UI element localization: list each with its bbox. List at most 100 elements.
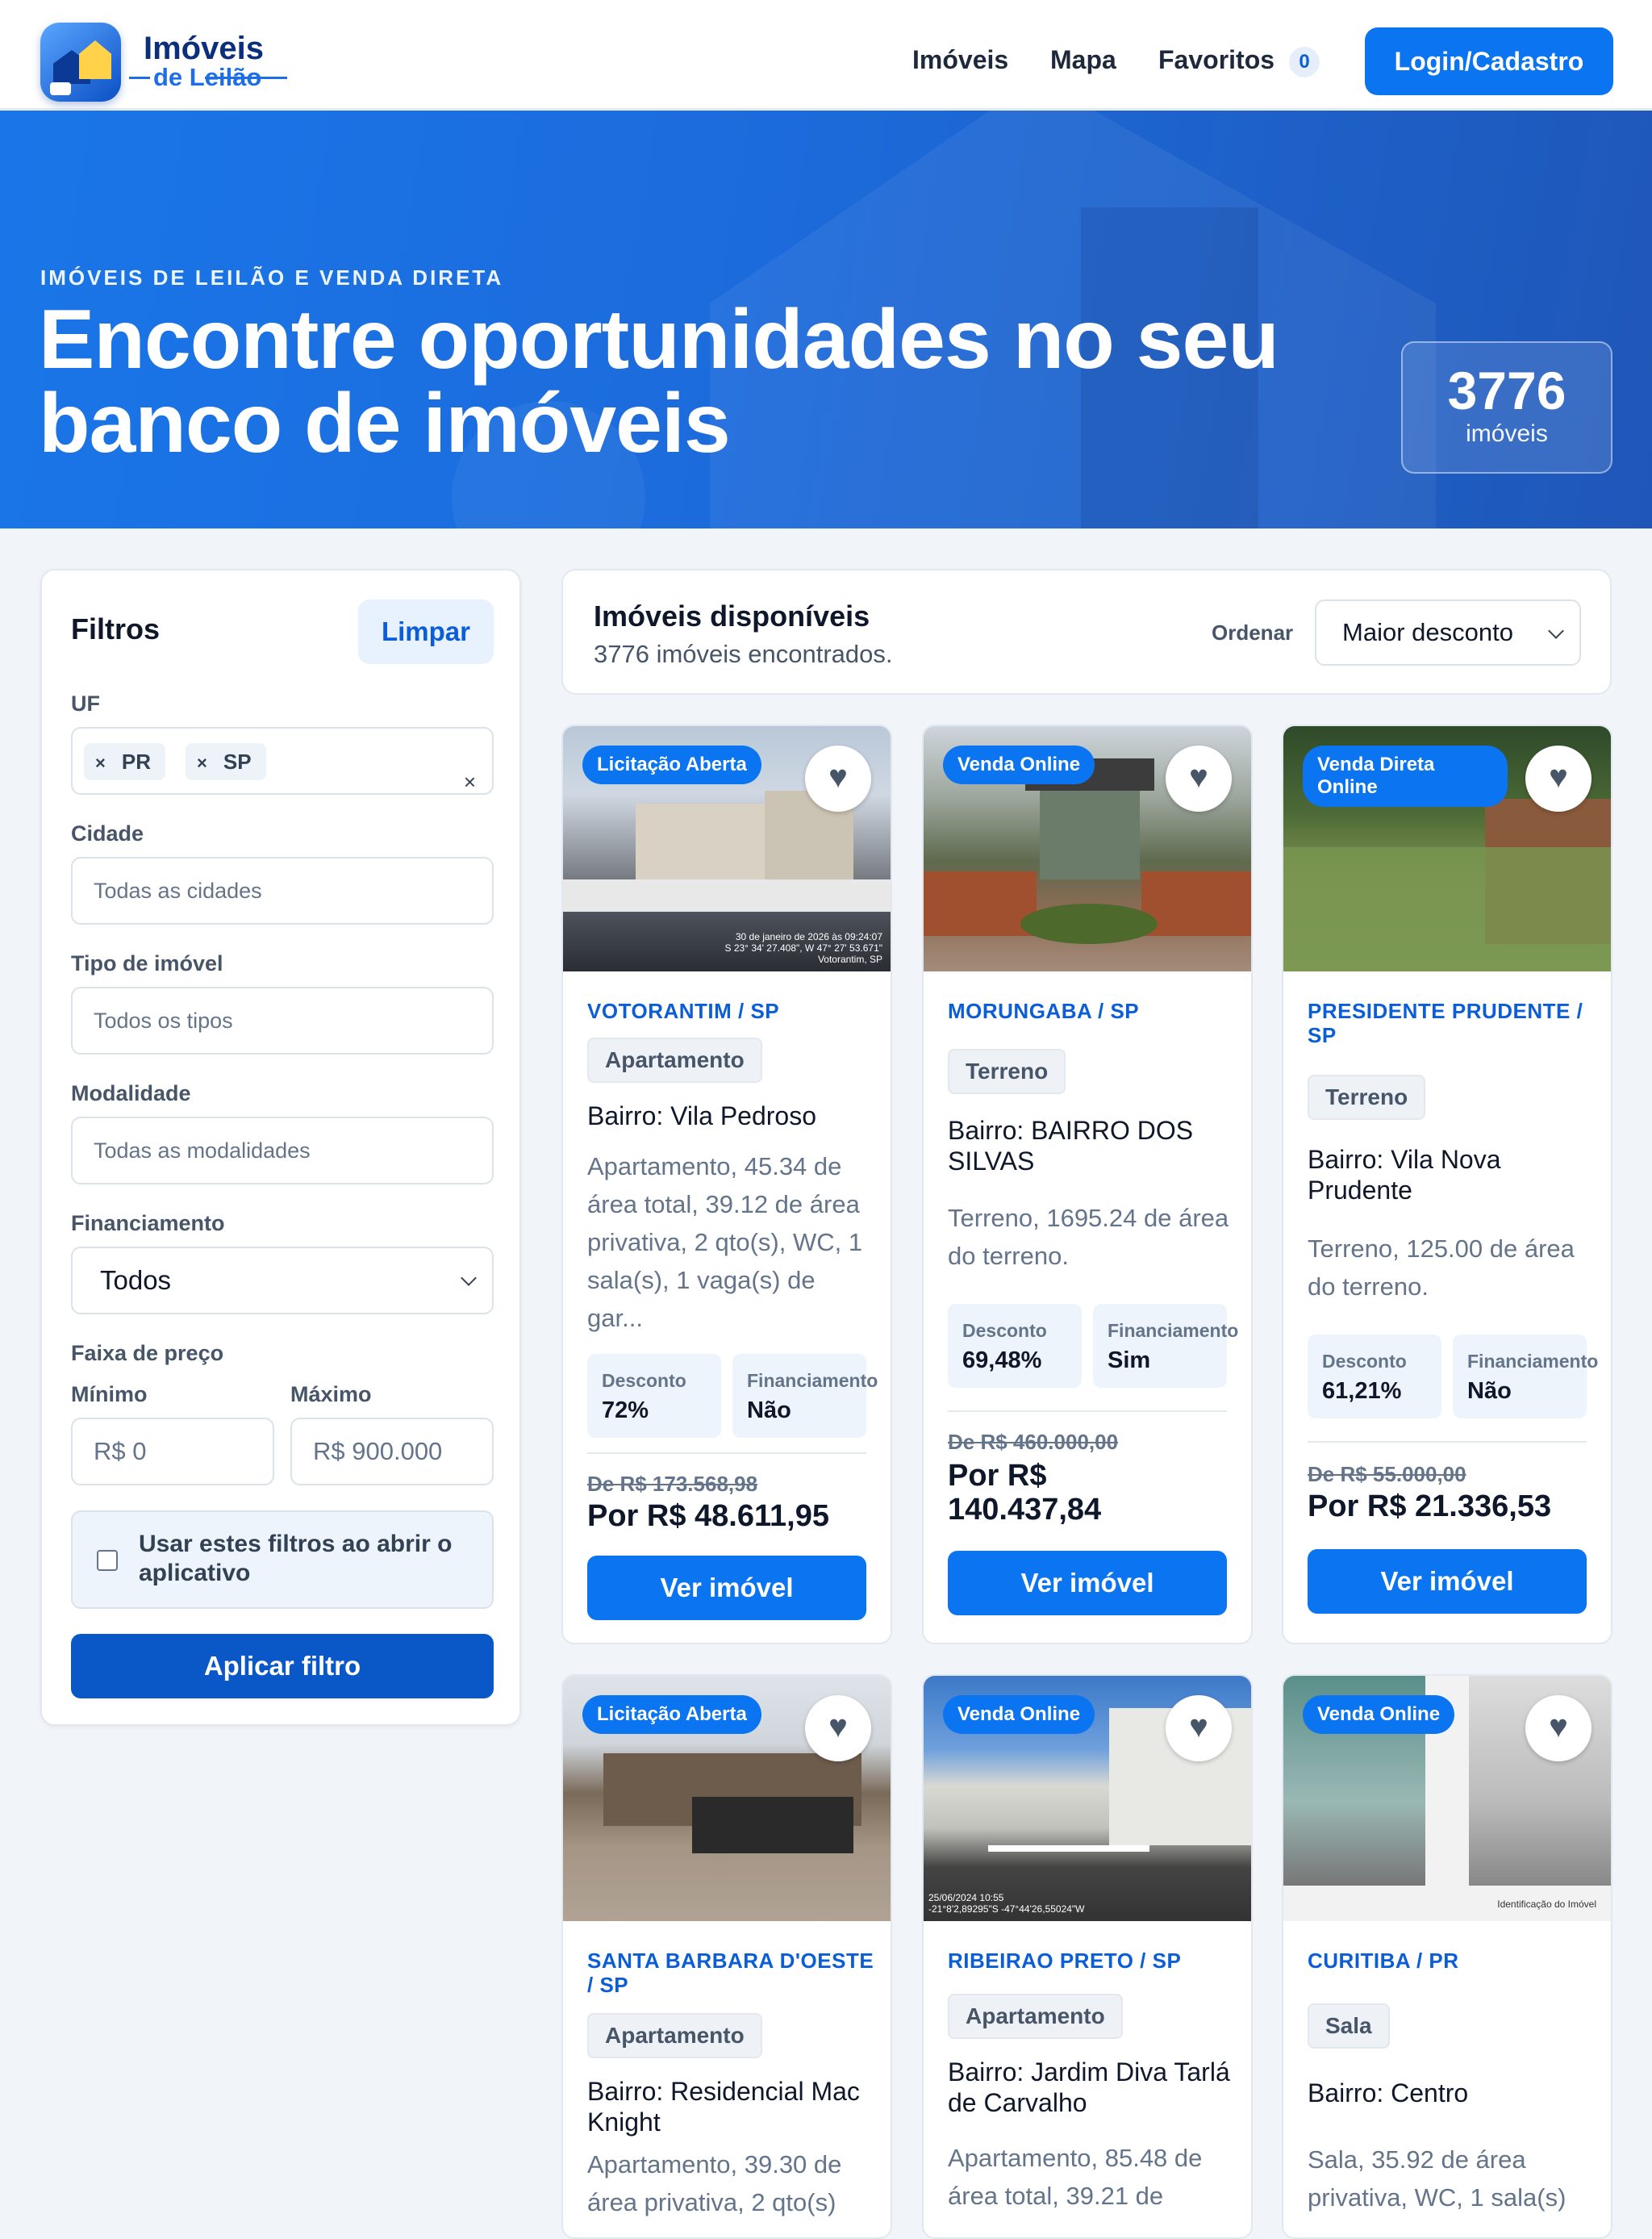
financing-label: Financiamento (1467, 1351, 1599, 1372)
modality-badge: Venda Direta Online (1303, 746, 1508, 807)
favorite-heart-icon[interactable] (805, 746, 871, 812)
discount-label: Desconto (962, 1320, 1047, 1341)
view-property-button[interactable]: Ver imóvel (1308, 1549, 1587, 1614)
uf-chip-sp[interactable]: × SP (186, 743, 266, 780)
remember-filters-option[interactable]: Usar estes filtros ao abrir o aplicativo (71, 1510, 494, 1609)
financing-label: Financiamento (1108, 1320, 1239, 1341)
financing-value: Sim (1108, 1347, 1151, 1373)
discount-box: Desconto 72% (587, 1354, 721, 1438)
uf-chip-pr[interactable]: × PR (84, 743, 165, 780)
nav-imoveis[interactable]: Imóveis (912, 45, 1008, 75)
apply-filter-button[interactable]: Aplicar filtro (71, 1634, 494, 1698)
login-button[interactable]: Login/Cadastro (1365, 27, 1613, 95)
view-property-button[interactable]: Ver imóvel (948, 1551, 1227, 1615)
results-count: 3776 imóveis encontrados. (594, 640, 893, 668)
favorite-heart-icon[interactable] (1166, 1695, 1232, 1761)
property-description: Terreno, 1695.24 de área do terreno. (948, 1204, 1229, 1270)
nav-mapa[interactable]: Mapa (1050, 45, 1116, 75)
property-city: CURITIBA / PR (1308, 1949, 1459, 1973)
financing-box: Financiamento Não (732, 1354, 878, 1438)
min-label: Mínimo (71, 1382, 148, 1406)
chevron-down-icon (1548, 623, 1564, 639)
favorite-heart-icon[interactable] (1525, 1695, 1592, 1761)
clear-filters-button[interactable]: Limpar (358, 599, 494, 664)
original-price: De R$ 460.000,00 (948, 1430, 1119, 1454)
original-price: De R$ 55.000,00 (1308, 1462, 1466, 1486)
brand-name[interactable]: Imóveis (144, 31, 264, 67)
property-type-tag: Terreno (1308, 1075, 1426, 1120)
view-property-button[interactable]: Ver imóvel (587, 1556, 866, 1620)
financiamento-label: Financiamento (71, 1211, 225, 1235)
property-type-tag: Sala (1308, 2003, 1390, 2049)
chip-remove-icon[interactable]: × (197, 753, 207, 773)
sale-price: Por R$ 140.437,84 (948, 1459, 1102, 1527)
financing-value: Não (1467, 1378, 1512, 1404)
modalidade-input[interactable]: Todas as modalidades (71, 1117, 494, 1184)
discount-label: Desconto (1322, 1351, 1407, 1372)
photo-timestamp: 25/06/2024 10:55 -21°8'2,89295"S -47°44'… (928, 1892, 1085, 1915)
sort-select[interactable]: Maior desconto (1315, 599, 1581, 666)
property-city: PRESIDENTE PRUDENTE / SP (1308, 999, 1583, 1047)
logo-icon[interactable] (40, 23, 121, 102)
property-city: SANTA BARBARA D'OESTE / SP (587, 1949, 874, 1997)
results-header: Imóveis disponíveis 3776 imóveis encontr… (561, 569, 1612, 695)
hero-banner: IMÓVEIS DE LEILÃO E VENDA DIRETA Encontr… (0, 111, 1652, 528)
chevron-down-icon (461, 1270, 477, 1286)
property-neighborhood: Bairro: Vila Nova Prudente (1308, 1145, 1501, 1205)
property-type-tag: Apartamento (587, 2013, 762, 2058)
remember-filters-checkbox[interactable] (97, 1550, 118, 1571)
property-card[interactable]: Venda Direta Online PRESIDENTE PRUDENTE … (1282, 725, 1612, 1644)
financing-box: Financiamento Não (1453, 1335, 1598, 1418)
financiamento-select[interactable]: Todos (71, 1247, 494, 1314)
discount-value: 72% (602, 1397, 649, 1423)
property-card[interactable]: 30 de janeiro de 2026 às 09:24:07 S 23° … (561, 725, 892, 1644)
property-description: Apartamento, 85.48 de área total, 39.21 … (948, 2144, 1203, 2210)
favorite-heart-icon[interactable] (1525, 746, 1592, 812)
property-description: Sala, 35.92 de área privativa, WC, 1 sal… (1308, 2145, 1566, 2212)
top-bar: Imóveis de Leilão Imóveis Mapa Favoritos… (0, 0, 1652, 110)
financing-value: Não (747, 1397, 791, 1423)
listing-count-label: imóveis (1466, 420, 1548, 447)
property-neighborhood: Bairro: Residencial Mac Knight (587, 2077, 860, 2137)
sale-price: Por R$ 21.336,53 (1308, 1489, 1552, 1523)
cidade-input[interactable]: Todas as cidades (71, 857, 494, 925)
discount-value: 61,21% (1322, 1378, 1402, 1404)
max-price-input[interactable]: R$ 900.000 (290, 1418, 494, 1485)
photo-timestamp: 30 de janeiro de 2026 às 09:24:07 S 23° … (724, 931, 883, 965)
filters-panel: Filtros Limpar UF × PR × SP × Cidade Todas… (40, 569, 521, 1726)
modality-badge: Licitação Aberta (582, 746, 761, 784)
faixa-label: Faixa de preço (71, 1341, 224, 1365)
brand-subtitle[interactable]: de Leilão (153, 63, 261, 92)
min-price-input[interactable]: R$ 0 (71, 1418, 274, 1485)
property-neighborhood: Bairro: BAIRRO DOS SILVAS (948, 1116, 1194, 1176)
remember-filters-label[interactable]: Usar estes filtros ao abrir o aplicativo (139, 1530, 478, 1588)
tipo-input[interactable]: Todos os tipos (71, 987, 494, 1055)
uf-chip-label: PR (121, 750, 151, 774)
nav-favoritos[interactable]: Favoritos (1158, 45, 1274, 75)
discount-box: Desconto 61,21% (1308, 1335, 1441, 1418)
property-city: RIBEIRAO PRETO / SP (948, 1949, 1182, 1973)
hero-title: Encontre oportunidades no seu banco de i… (39, 293, 1279, 470)
price-divider (948, 1410, 1227, 1412)
property-city: VOTORANTIM / SP (587, 999, 780, 1023)
property-card[interactable]: Licitação Aberta SANTA BARBARA D'OESTE /… (561, 1674, 892, 2239)
chip-remove-icon[interactable]: × (95, 753, 106, 773)
sort-value: Maior desconto (1342, 618, 1513, 646)
property-neighborhood: Bairro: Jardim Diva Tarlá de Carvalho (948, 2057, 1230, 2117)
uf-multiselect[interactable]: × PR × SP × (71, 727, 494, 795)
tipo-label: Tipo de imóvel (71, 951, 223, 975)
max-label: Máximo (290, 1382, 372, 1406)
property-card[interactable]: Venda Online MORUNGABA / SP Terreno Bair… (922, 725, 1253, 1644)
listing-count: 3776 (1447, 361, 1566, 420)
filters-title: Filtros (71, 612, 161, 645)
uf-clear-icon[interactable]: × (464, 750, 476, 814)
favorite-heart-icon[interactable] (805, 1695, 871, 1761)
property-neighborhood: Bairro: Vila Pedroso (587, 1101, 816, 1130)
modality-badge: Venda Online (943, 1695, 1095, 1734)
favorite-heart-icon[interactable] (1166, 746, 1232, 812)
property-card[interactable]: Identificação do Imóvel Venda Online CUR… (1282, 1674, 1612, 2239)
property-card[interactable]: 25/06/2024 10:55 -21°8'2,89295"S -47°44'… (922, 1674, 1253, 2239)
property-type-tag: Apartamento (587, 1038, 762, 1083)
cidade-label: Cidade (71, 821, 144, 846)
modality-badge: Venda Online (1303, 1695, 1455, 1734)
